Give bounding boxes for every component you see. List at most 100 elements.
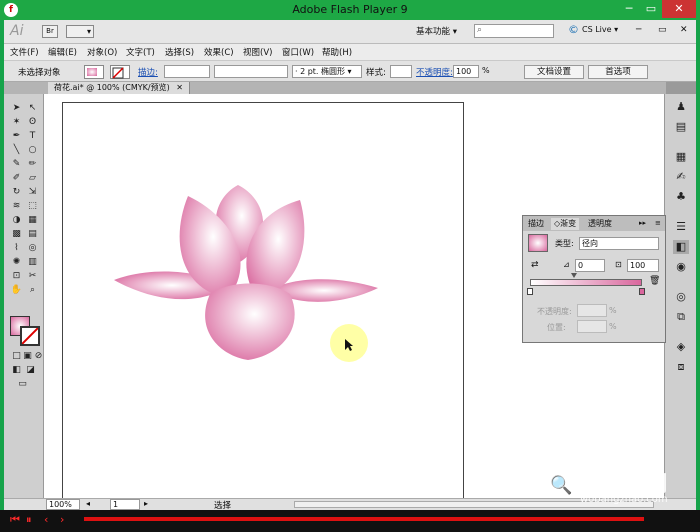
menu-object[interactable]: 对象(O) [87, 46, 117, 58]
mesh-tool-icon[interactable]: ▩ [10, 228, 23, 240]
midpoint-diamond[interactable] [571, 273, 577, 278]
tab-gradient[interactable]: ◇渐变 [551, 218, 580, 230]
brush-definition-field[interactable]: · 2 pt. 椭圆形 ▾ [292, 65, 362, 78]
arrange-documents-icon[interactable]: ▾ [66, 25, 94, 38]
brushes-panel-icon[interactable]: ✍ [673, 170, 689, 184]
variable-width-profile[interactable] [214, 65, 288, 78]
tab-stroke[interactable]: 描边 [525, 218, 547, 230]
symbols-panel-icon[interactable]: ♣ [673, 190, 689, 204]
playback-progress-bar[interactable] [84, 517, 644, 521]
gradient-type-select[interactable]: 径向 [579, 237, 659, 250]
gradient-angle-field[interactable]: 0 [575, 259, 605, 272]
color-guide-icon[interactable]: ▤ [673, 120, 689, 134]
stroke-swatch[interactable] [20, 326, 40, 346]
pencil-tool-icon[interactable]: ✏ [26, 158, 39, 170]
shape-builder-tool-icon[interactable]: ◑ [10, 214, 23, 226]
appearance-panel-icon[interactable]: ◎ [673, 290, 689, 304]
rewind-icon[interactable]: ⏮ [10, 513, 20, 527]
draw-normal-icon[interactable]: ◧ [10, 364, 23, 376]
stroke-label[interactable]: 描边: [138, 66, 158, 78]
back-icon[interactable]: ‹ [44, 513, 48, 526]
search-input[interactable]: ⌕ [474, 24, 554, 38]
free-transform-tool-icon[interactable]: ⬚ [26, 200, 39, 212]
opacity-field[interactable]: 100 [453, 65, 479, 78]
column-graph-tool-icon[interactable]: ▥ [26, 256, 39, 268]
pause-icon[interactable]: ⏸ [26, 513, 32, 527]
menu-edit[interactable]: 编辑(E) [48, 46, 77, 58]
minimize-button[interactable]: ─ [618, 0, 640, 18]
scale-tool-icon[interactable]: ⇲ [26, 186, 39, 198]
eraser-tool-icon[interactable]: ▱ [26, 172, 39, 184]
preferences-button[interactable]: 首选项 [588, 65, 648, 79]
direct-selection-tool-icon[interactable]: ↖ [26, 102, 39, 114]
maximize-button[interactable]: ▭ [640, 0, 662, 18]
blend-tool-icon[interactable]: ◎ [26, 242, 39, 254]
tab-transparency[interactable]: 透明度 [585, 218, 615, 230]
prev-artboard-icon[interactable]: ◂ [86, 499, 90, 508]
magic-wand-tool-icon[interactable]: ✶ [10, 116, 23, 128]
app-close-button[interactable]: ✕ [680, 25, 688, 35]
menu-window[interactable]: 窗口(W) [282, 46, 314, 58]
graphic-styles-icon[interactable]: ⧉ [673, 310, 689, 324]
gradient-preview-swatch[interactable] [528, 234, 548, 252]
aspect-ratio-field[interactable]: 100 [627, 259, 659, 272]
color-panel-icon[interactable]: ♟ [673, 100, 689, 114]
document-tab[interactable]: 荷花.ai* @ 100% (CMYK/预览) ✕ [48, 82, 190, 94]
panel-collapse-icon[interactable]: ▸▸ [639, 219, 646, 227]
screen-mode-icon[interactable]: ▭ [16, 378, 29, 390]
menu-help[interactable]: 帮助(H) [322, 46, 352, 58]
app-minimize-button[interactable]: ─ [636, 25, 641, 35]
eyedropper-tool-icon[interactable]: ⌇ [10, 242, 23, 254]
transparency-panel-icon[interactable]: ◉ [673, 260, 689, 274]
workspace-switcher[interactable]: 基本功能 ▾ [416, 25, 457, 37]
stroke-panel-icon[interactable]: ☰ [673, 220, 689, 234]
app-restore-button[interactable]: ▭ [658, 25, 667, 35]
color-stop-right[interactable] [639, 288, 645, 295]
pen-tool-icon[interactable]: ✒ [10, 130, 23, 142]
gradient-panel-icon[interactable]: ◧ [673, 240, 689, 254]
slice-tool-icon[interactable]: ✂ [26, 270, 39, 282]
menu-select[interactable]: 选择(S) [165, 46, 194, 58]
graphic-style-field[interactable] [390, 65, 412, 78]
draw-behind-icon[interactable]: ◪ [24, 364, 37, 376]
panel-menu-icon[interactable]: ≡ [655, 219, 661, 227]
gradient-tool-icon[interactable]: ▤ [26, 228, 39, 240]
hand-tool-icon[interactable]: ✋ [10, 284, 23, 296]
fill-color-swatch[interactable] [84, 65, 104, 79]
menu-type[interactable]: 文字(T) [126, 46, 155, 58]
color-stop-left[interactable] [527, 288, 533, 295]
artboards-panel-icon[interactable]: ⧈ [673, 360, 689, 374]
symbol-sprayer-tool-icon[interactable]: ✺ [10, 256, 23, 268]
stop-location-field[interactable] [577, 320, 607, 333]
menu-effect[interactable]: 效果(C) [204, 46, 234, 58]
close-button[interactable]: ✕ [662, 0, 696, 18]
warp-tool-icon[interactable]: ≋ [10, 200, 23, 212]
rotate-tool-icon[interactable]: ↻ [10, 186, 23, 198]
menu-view[interactable]: 视图(V) [243, 46, 272, 58]
close-tab-icon[interactable]: ✕ [176, 83, 183, 92]
paintbrush-tool-icon[interactable]: ✎ [10, 158, 23, 170]
opacity-label[interactable]: 不透明度: [416, 66, 453, 78]
stroke-color-swatch[interactable] [110, 65, 130, 79]
reverse-gradient-icon[interactable]: ⇄ [531, 260, 539, 270]
layers-panel-icon[interactable]: ◈ [673, 340, 689, 354]
forward-icon[interactable]: › [60, 513, 64, 526]
artboard-tool-icon[interactable]: ⊡ [10, 270, 23, 282]
stop-opacity-field[interactable] [577, 304, 607, 317]
menu-file[interactable]: 文件(F) [10, 46, 39, 58]
stroke-weight-field[interactable] [164, 65, 210, 78]
zoom-tool-icon[interactable]: ⌕ [26, 284, 39, 296]
artboard-number-field[interactable]: 1 [110, 499, 140, 510]
blob-brush-tool-icon[interactable]: ✐ [10, 172, 23, 184]
gradient-slider[interactable] [530, 279, 642, 286]
document-settings-button[interactable]: 文档设置 [524, 65, 584, 79]
cs-live-menu[interactable]: CS Live ▾ [582, 25, 618, 34]
line-tool-icon[interactable]: ╲ [10, 144, 23, 156]
front-petal[interactable] [205, 283, 295, 361]
selection-tool-icon[interactable]: ➤ [10, 102, 23, 114]
delete-stop-icon[interactable]: 🗑 [649, 276, 660, 286]
bridge-icon[interactable]: Br [42, 25, 58, 38]
ellipse-tool-icon[interactable]: ○ [26, 144, 39, 156]
next-artboard-icon[interactable]: ▸ [144, 499, 148, 508]
lasso-tool-icon[interactable]: ʘ [26, 116, 39, 128]
